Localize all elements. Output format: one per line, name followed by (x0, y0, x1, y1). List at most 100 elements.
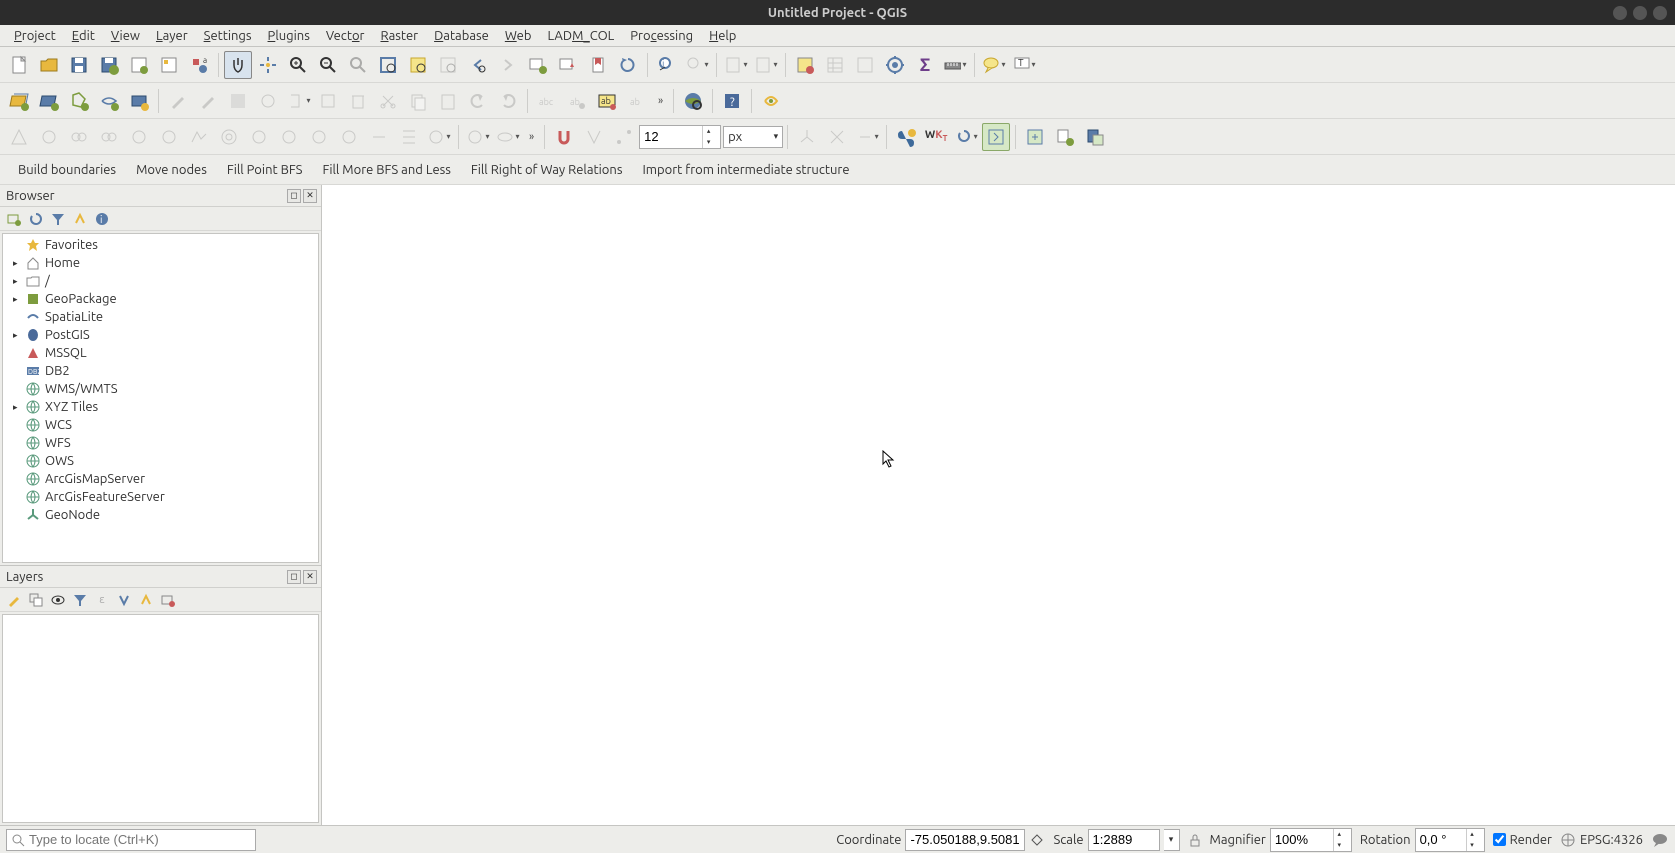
new-vector-layer-button[interactable] (35, 87, 63, 115)
browser-item-home[interactable]: ▸Home (5, 254, 316, 272)
redo-button[interactable] (494, 87, 522, 115)
scale-value[interactable] (1093, 832, 1155, 847)
add-ring-button[interactable] (215, 123, 243, 151)
measure-button[interactable] (683, 51, 711, 79)
menu-web[interactable]: Web (497, 28, 540, 44)
menu-plugins[interactable]: Plugins (260, 28, 318, 44)
browser-item-favorites[interactable]: ▸Favorites (5, 236, 316, 254)
split-features-button[interactable] (425, 123, 453, 151)
menu-layer[interactable]: Layer (148, 28, 196, 44)
save-layer-edits-button[interactable] (224, 87, 252, 115)
browser-item-wfs[interactable]: ▸WFS (5, 434, 316, 452)
zoom-out-button[interactable] (314, 51, 342, 79)
python-console-button[interactable] (892, 123, 920, 151)
tracing-button[interactable] (580, 123, 608, 151)
expander-icon[interactable]: ▸ (13, 258, 21, 269)
node-tool-button[interactable] (314, 87, 342, 115)
new-shapefile-button[interactable] (65, 87, 93, 115)
render-checkbox[interactable] (1493, 833, 1506, 846)
fill-ring-button[interactable] (275, 123, 303, 151)
browser-item-xyz-tiles[interactable]: ▸XYZ Tiles (5, 398, 316, 416)
processing-toolbox-button[interactable] (881, 51, 909, 79)
add-feature-button[interactable] (254, 87, 282, 115)
menu-view[interactable]: View (103, 28, 148, 44)
new-spatial-bookmark-button[interactable] (554, 51, 582, 79)
new-project-button[interactable] (5, 51, 33, 79)
offset-button[interactable] (125, 123, 153, 151)
map-tips-button[interactable] (980, 51, 1008, 79)
rotation-box[interactable]: ▴▾ (1415, 828, 1485, 852)
spin-up[interactable]: ▴ (703, 126, 714, 137)
locate-field[interactable] (29, 832, 251, 847)
mag-spin-down[interactable]: ▾ (1334, 840, 1345, 851)
label-highlighted-button[interactable]: ab (593, 87, 621, 115)
menu-processing[interactable]: Processing (622, 28, 701, 44)
refresh-browser-icon[interactable] (26, 209, 46, 229)
style-manager-button[interactable]: a (185, 51, 213, 79)
show-bookmarks-button[interactable] (584, 51, 612, 79)
add-part-button[interactable] (245, 123, 273, 151)
measure-line-button[interactable] (941, 51, 969, 79)
zoom-in-button[interactable] (284, 51, 312, 79)
add-layer-icon[interactable] (4, 209, 24, 229)
scale-box[interactable] (1088, 829, 1160, 851)
label-abc-button[interactable]: abc (533, 87, 561, 115)
circle-button[interactable] (464, 123, 492, 151)
pan-to-selection-button[interactable] (254, 51, 282, 79)
rotate-button[interactable] (155, 123, 183, 151)
menu-database[interactable]: Database (426, 28, 497, 44)
spin-down[interactable]: ▾ (703, 137, 714, 148)
magnifier-value[interactable] (1271, 829, 1333, 851)
delete-part-button[interactable] (335, 123, 363, 151)
move-nodes-action[interactable]: Move nodes (126, 160, 217, 180)
zoom-to-selection-button[interactable] (404, 51, 432, 79)
save-project-button[interactable] (65, 51, 93, 79)
layout-manager-button[interactable] (155, 51, 183, 79)
browser-item-mssql[interactable]: ▸MSSQL (5, 344, 316, 362)
mag-spin-up[interactable]: ▴ (1334, 829, 1345, 840)
expander-icon[interactable]: ▸ (13, 294, 21, 305)
remove-layer-icon[interactable] (158, 590, 178, 610)
copy-button[interactable] (404, 87, 432, 115)
ellipse-button[interactable] (494, 123, 522, 151)
add-group-icon[interactable] (26, 590, 46, 610)
simplify-button[interactable] (185, 123, 213, 151)
properties-browser-icon[interactable]: i (92, 209, 112, 229)
reshape-features-button[interactable] (365, 123, 393, 151)
menu-ladm-col[interactable]: LADM_COL (539, 28, 622, 44)
browser-item-ows[interactable]: ▸OWS (5, 452, 316, 470)
save-as-button[interactable] (95, 51, 123, 79)
maximize-button[interactable] (1633, 6, 1647, 20)
zoom-to-layer-button[interactable] (434, 51, 462, 79)
minimize-button[interactable] (1613, 6, 1627, 20)
locate-input[interactable] (6, 829, 256, 851)
scale-dropdown[interactable]: ▾ (1164, 829, 1180, 851)
help-button[interactable]: ? (718, 87, 746, 115)
delete-selected-button[interactable] (344, 87, 372, 115)
open-project-button[interactable] (35, 51, 63, 79)
browser-item-arcgismapserver[interactable]: ▸ArcGisMapServer (5, 470, 316, 488)
select-by-value-button[interactable] (752, 51, 780, 79)
coordinate-value[interactable] (910, 832, 1020, 847)
menu-help[interactable]: Help (701, 28, 744, 44)
import-intermediate-action[interactable]: Import from intermediate structure (632, 160, 859, 180)
merge-button[interactable] (95, 123, 123, 151)
layers-close-button[interactable]: ✕ (303, 570, 317, 584)
close-button[interactable] (1653, 6, 1667, 20)
fill-point-bfs-action[interactable]: Fill Point BFS (217, 160, 313, 180)
plugin-button[interactable] (757, 87, 785, 115)
annotation-button[interactable]: T (1010, 51, 1038, 79)
osm-export-button[interactable] (1081, 123, 1109, 151)
crs-icon[interactable] (1560, 832, 1576, 848)
zoom-native-button[interactable] (344, 51, 372, 79)
toggle-editing-button[interactable] (164, 87, 192, 115)
browser-item-wcs[interactable]: ▸WCS (5, 416, 316, 434)
pan-button[interactable] (224, 51, 252, 79)
browser-item-spatialite[interactable]: ▸SpatiaLite (5, 308, 316, 326)
refresh-button[interactable] (614, 51, 642, 79)
zoom-next-button[interactable] (494, 51, 522, 79)
collapse-all-icon[interactable] (136, 590, 156, 610)
messages-icon[interactable] (1651, 833, 1669, 847)
undo-button[interactable] (464, 87, 492, 115)
add-vector-layer-button[interactable] (5, 87, 33, 115)
